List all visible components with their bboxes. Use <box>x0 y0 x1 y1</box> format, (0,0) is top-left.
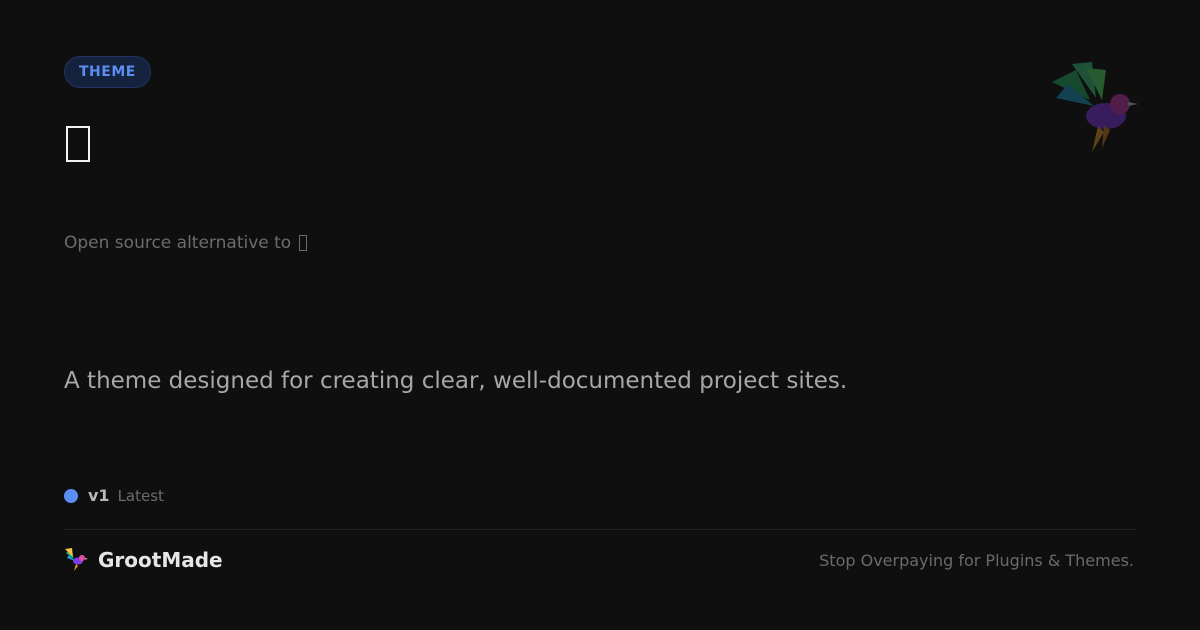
status-dot-icon <box>64 488 78 503</box>
category-badge: THEME <box>64 56 151 88</box>
brand: GrootMade <box>64 547 223 573</box>
missing-glyph-icon <box>299 235 308 251</box>
tagline: Stop Overpaying for Plugins & Themes. <box>819 551 1134 570</box>
version-indicator: v1 Latest <box>64 486 164 505</box>
description: A theme designed for creating clear, wel… <box>64 368 848 394</box>
version-tag: Latest <box>117 486 164 505</box>
missing-glyph-icon <box>66 126 90 162</box>
og-card: THEME Open source alternative to A theme… <box>0 0 1200 630</box>
divider <box>64 529 1136 530</box>
hummingbird-icon <box>65 548 88 571</box>
subtitle-line: Open source alternative to <box>64 233 308 253</box>
brand-name: GrootMade <box>98 548 223 572</box>
hummingbird-watermark-icon <box>1052 62 1138 152</box>
version-number: v1 <box>88 486 110 505</box>
subtitle-text: Open source alternative to <box>64 233 292 253</box>
